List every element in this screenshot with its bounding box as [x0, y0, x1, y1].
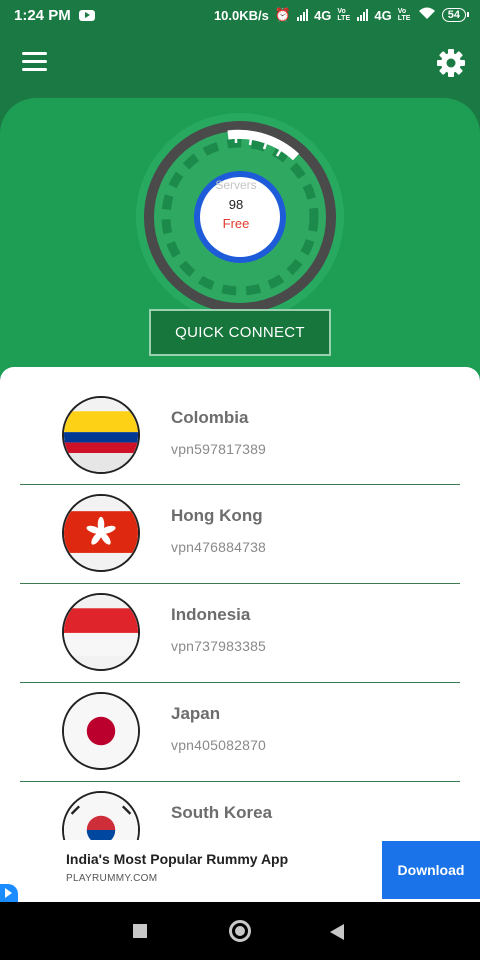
network-type-2: 4G [374, 7, 392, 23]
alarm-icon: ⏰ [274, 7, 292, 22]
gauge-readout: Servers 98 Free [190, 178, 282, 231]
server-row[interactable]: Hong Kong vpn476884738 [0, 485, 480, 584]
system-nav-bar [0, 902, 480, 960]
server-row[interactable]: Japan vpn405082870 [0, 683, 480, 782]
gear-icon[interactable] [436, 48, 466, 78]
home-icon[interactable] [229, 920, 251, 942]
ad-banner[interactable]: India's Most Popular Rummy App PLAYRUMMY… [0, 840, 480, 902]
wifi-icon [418, 7, 436, 23]
indonesia-flag-icon [62, 593, 140, 671]
south-korea-flag-icon [62, 791, 140, 840]
quick-connect-button[interactable]: QUICK CONNECT [149, 309, 331, 356]
server-id: vpn597817389 [171, 441, 267, 457]
japan-flag-icon [62, 692, 140, 770]
country-name: Japan [171, 704, 221, 723]
country-name: Hong Kong [171, 506, 263, 525]
download-button[interactable]: Download [382, 841, 480, 899]
youtube-notification-icon [78, 9, 95, 21]
servers-label: Servers [215, 178, 257, 192]
signal-icon-1 [297, 9, 309, 21]
colombia-flag-icon [62, 396, 140, 474]
hong-kong-flag-icon [62, 494, 140, 572]
ad-title: India's Most Popular Rummy App [66, 851, 289, 867]
back-icon[interactable] [330, 924, 344, 940]
country-name: South Korea [171, 803, 273, 822]
network-type-1: 4G [314, 7, 332, 23]
ad-choices-icon[interactable] [0, 884, 18, 902]
country-name: Colombia [171, 408, 249, 427]
server-id: vpn737983385 [171, 638, 267, 654]
battery-icon: 54 [441, 8, 470, 22]
servers-count: 98 [228, 197, 244, 212]
ad-domain: PLAYRUMMY.COM [66, 873, 158, 884]
volte-label-2: Vo LTE [397, 8, 411, 22]
server-row[interactable]: South Korea [0, 782, 480, 840]
network-speed: 10.0KB/s [213, 7, 269, 23]
menu-icon[interactable] [22, 52, 47, 72]
status-time: 1:24 PM [14, 6, 71, 24]
recents-icon[interactable] [133, 924, 147, 938]
servers-tier: Free [222, 216, 250, 231]
server-row[interactable]: Indonesia vpn737983385 [0, 584, 480, 683]
app-bar [0, 30, 480, 98]
status-indicators: 10.0KB/s ⏰ 4G Vo LTE 4G Vo LTE 54 [213, 7, 470, 23]
server-row[interactable]: Colombia vpn597817389 [0, 367, 480, 485]
status-bar: 1:24 PM 10.0KB/s ⏰ 4G Vo LTE 4G Vo LTE 5… [0, 0, 480, 30]
signal-icon-2 [357, 9, 369, 21]
server-id: vpn405082870 [171, 737, 267, 753]
server-list: Colombia vpn597817389 Hong Kong vpn47688… [0, 367, 480, 840]
country-name: Indonesia [171, 605, 251, 624]
volte-label-1: Vo LTE [337, 8, 351, 22]
server-id: vpn476884738 [171, 539, 267, 555]
